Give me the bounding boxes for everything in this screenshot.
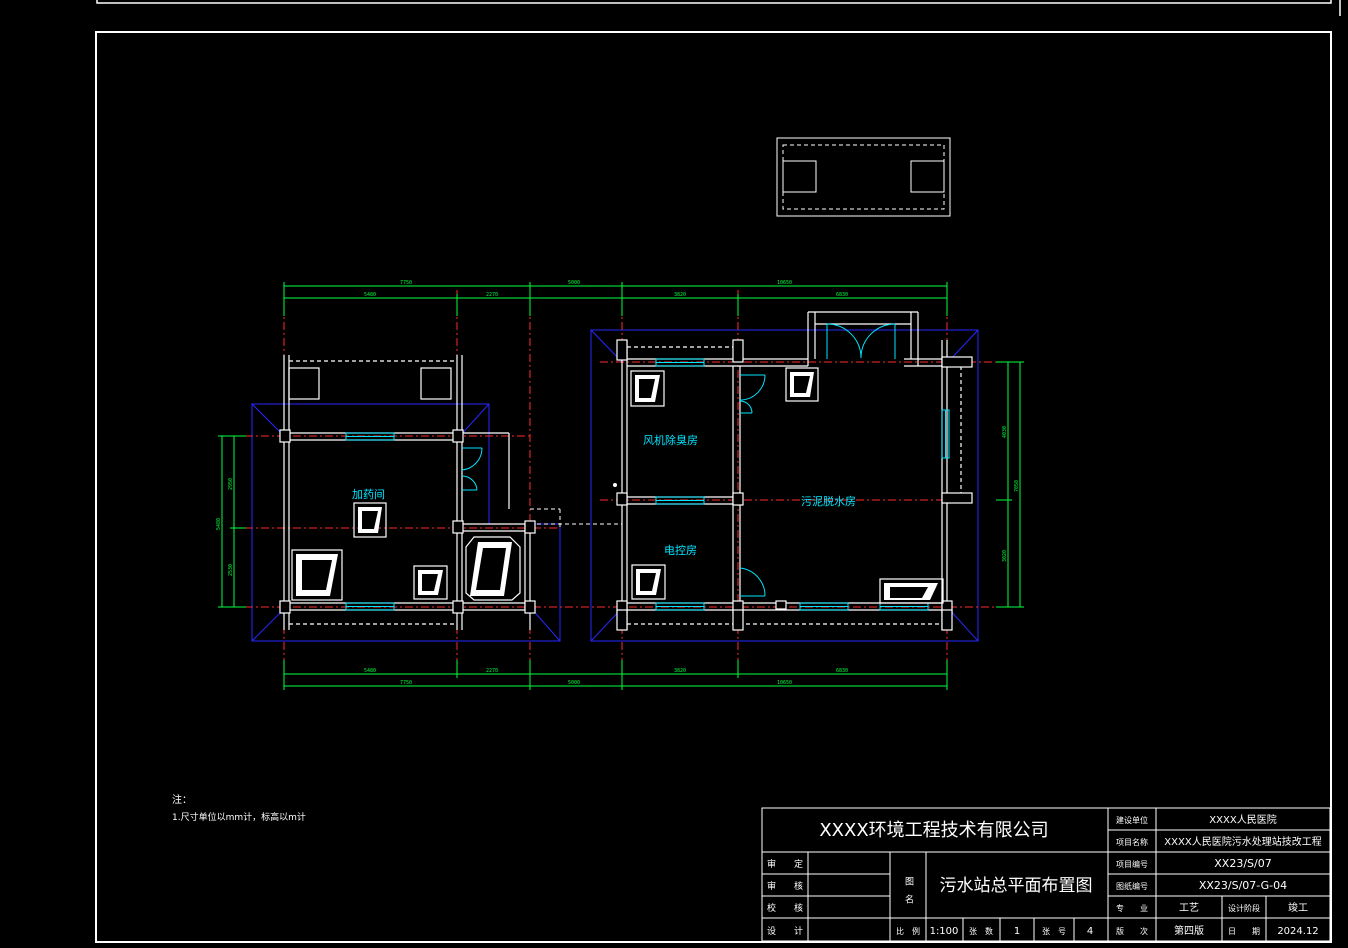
axis-lines	[245, 290, 1020, 660]
notes-heading: 注：	[172, 793, 192, 806]
dim-left-sub-2: 2530	[228, 564, 234, 576]
scale-label: 比 例	[896, 926, 920, 936]
left-building-door	[461, 447, 483, 491]
cad-drawing-canvas: 加药间 风机除臭房 电控房 污泥脱水房 7750 5000 10650 5480…	[95, 0, 1341, 943]
design-stage-label: 设计阶段	[1228, 903, 1260, 913]
dim-left-sub-1: 2950	[228, 478, 234, 490]
drawing-no-value: XX23/S/07-G-04	[1199, 879, 1287, 892]
sheet-no-value: 4	[1087, 926, 1093, 937]
room-label-sludge-dewatering: 污泥脱水房	[801, 494, 856, 508]
sheet-count-value: 1	[1014, 926, 1020, 937]
dim-bottom-overall-left: 7750	[400, 680, 412, 686]
dim-bottom-gap: 5000	[568, 680, 580, 686]
left-building-equipment	[291, 502, 521, 601]
right-building-equipment	[613, 367, 944, 604]
dim-right-overall: 7050	[1014, 480, 1020, 492]
date-value: 2024.12	[1277, 926, 1318, 937]
client-label: 建设单位	[1116, 815, 1148, 825]
drawing-frame	[95, 0, 1341, 943]
sheet-count-label: 张 数	[969, 926, 993, 936]
drawing-name-label: 图 名	[903, 876, 914, 904]
company-name: XXXX环境工程技术有限公司	[819, 820, 1048, 841]
dim-bottom-sub-3: 3820	[674, 668, 686, 674]
dim-top-sub-4: 6830	[836, 292, 848, 298]
dim-top-overall-left: 7750	[400, 280, 412, 286]
drawing-notes: 注： 1.尺寸单位以mm计，标高以m计	[172, 793, 306, 823]
dim-bottom-sub-2: 2270	[486, 668, 498, 674]
version-label: 版 次	[1116, 926, 1148, 936]
design-stage-value: 竣工	[1288, 901, 1308, 914]
equipment-plan-box	[776, 137, 951, 217]
dim-bottom-sub-1: 5480	[364, 668, 376, 674]
dim-top-sub-1: 5480	[364, 292, 376, 298]
project-name-value: XXXX人民医院污水处理站技改工程	[1164, 835, 1321, 848]
right-building-doors	[739, 323, 896, 597]
role-review: 审 定	[767, 858, 803, 870]
project-no-value: XX23/S/07	[1214, 857, 1271, 870]
dim-left-overall: 5480	[216, 518, 222, 530]
discipline-value: 工艺	[1179, 902, 1199, 914]
dim-bottom-sub-4: 6830	[836, 668, 848, 674]
sheet-no-label: 张 号	[1042, 927, 1066, 936]
dim-right-sub-1: 4030	[1002, 426, 1008, 438]
role-design: 设 计	[767, 925, 803, 937]
dim-top-sub-3: 3820	[674, 292, 686, 298]
project-name-label: 项目名称	[1116, 837, 1148, 847]
dim-bottom-overall-right: 10650	[777, 680, 792, 686]
right-building-walls	[621, 311, 972, 630]
drawing-no-label: 图纸编号	[1116, 881, 1148, 891]
date-label: 日 期	[1228, 927, 1260, 936]
room-label-electrical-control: 电控房	[664, 543, 697, 557]
client-value: XXXX人民医院	[1209, 813, 1276, 826]
role-check: 审 核	[767, 880, 803, 892]
version-value: 第四版	[1174, 924, 1204, 937]
dim-top-sub-2: 2270	[486, 292, 498, 298]
dim-right-sub-2: 3020	[1002, 550, 1008, 562]
room-label-dosing: 加药间	[352, 488, 385, 501]
drawing-name: 污水站总平面布置图	[940, 876, 1093, 896]
role-proof: 校 核	[767, 902, 803, 914]
dim-top-overall-right: 10650	[777, 280, 792, 286]
scale-value: 1:100	[930, 926, 959, 937]
discipline-label: 专 业	[1116, 903, 1148, 913]
project-no-label: 项目编号	[1116, 859, 1148, 869]
pipe-link	[530, 508, 622, 528]
notes-line-1: 1.尺寸单位以mm计，标高以m计	[172, 811, 306, 823]
room-labels: 加药间 风机除臭房 电控房 污泥脱水房	[352, 433, 856, 557]
room-label-fan-deodorizing: 风机除臭房	[643, 433, 698, 447]
dim-top-gap: 5000	[568, 280, 580, 286]
